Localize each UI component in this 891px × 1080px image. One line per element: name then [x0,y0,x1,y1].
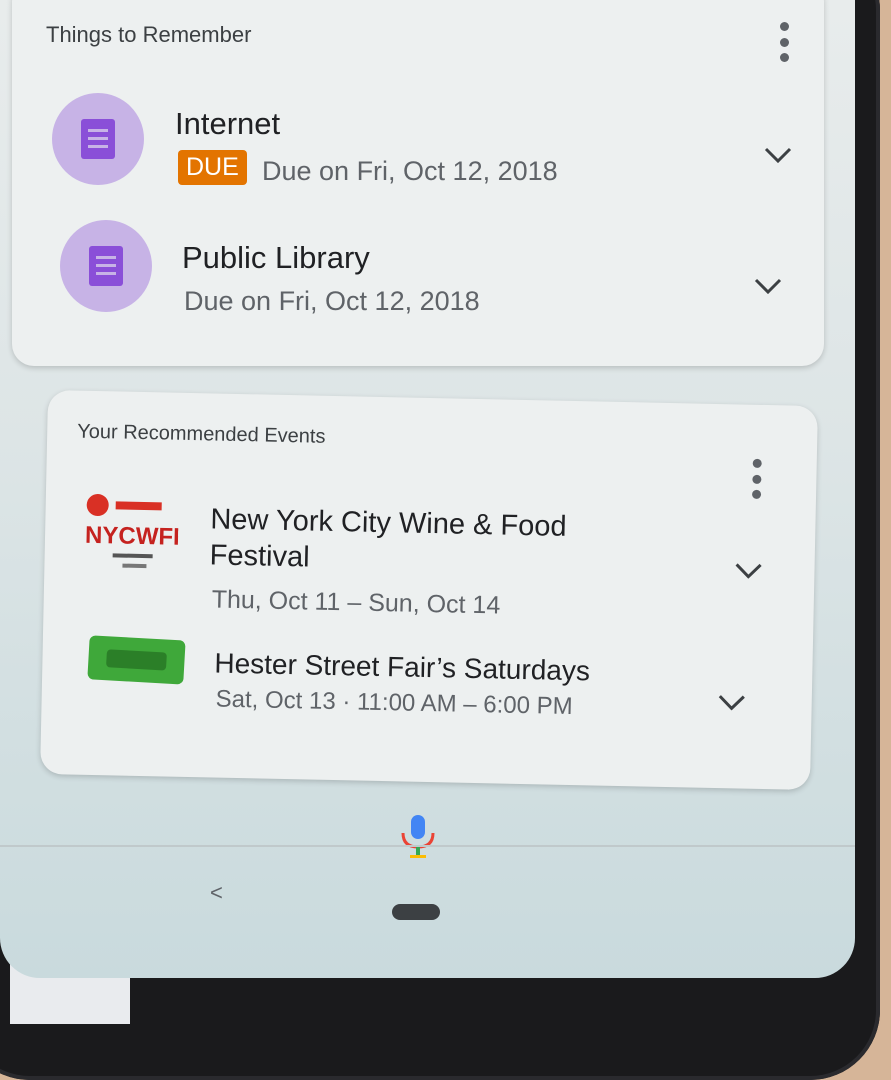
event-title-line2: Festival [209,539,310,574]
chevron-down-icon[interactable] [754,278,782,294]
chevron-down-icon[interactable] [764,147,792,163]
list-item-hester-street[interactable]: Hester Street Fair’s Saturdays Sat, Oct … [48,390,818,720]
more-vert-icon[interactable] [776,22,792,62]
nycwff-logo: NYCWFF [85,494,179,569]
avatar [60,220,152,312]
event-title-line1: New York City Wine & Food [210,503,567,543]
item-title: Public Library [182,240,370,275]
list-item-nycwff[interactable]: NYCWFF New York City Wine & Food Festiva… [48,390,818,619]
home-pill-icon[interactable] [392,904,440,920]
document-icon [89,246,123,286]
assistant-screen: Things to Remember Internet DUE Due on F… [0,0,855,978]
card-title: Things to Remember [46,22,252,47]
card-title: Your Recommended Events [77,420,326,448]
nav-divider [0,845,855,847]
due-date: Due on Fri, Oct 12, 2018 [262,156,558,186]
microphone-icon[interactable] [398,813,438,859]
hester-street-logo [87,635,186,685]
back-icon[interactable]: < [210,880,223,906]
due-badge: DUE [178,150,247,185]
event-time: Sat, Oct 13 · 11:00 AM – 6:00 PM [215,685,573,721]
things-to-remember-card: Things to Remember Internet DUE Due on F… [12,0,824,366]
chevron-down-icon[interactable] [718,694,746,711]
svg-text:NYCWFF: NYCWFF [85,522,179,551]
item-title: Internet [175,106,281,141]
document-icon [81,119,115,159]
event-dates: Thu, Oct 11 – Sun, Oct 14 [211,585,501,620]
more-vert-icon[interactable] [748,458,765,499]
event-title: Hester Street Fair’s Saturdays [214,647,591,687]
avatar [52,93,144,185]
recommended-events-card: Your Recommended Events NYCWFF New York … [40,389,818,791]
due-date: Due on Fri, Oct 12, 2018 [184,286,480,316]
chevron-down-icon[interactable] [734,562,762,579]
